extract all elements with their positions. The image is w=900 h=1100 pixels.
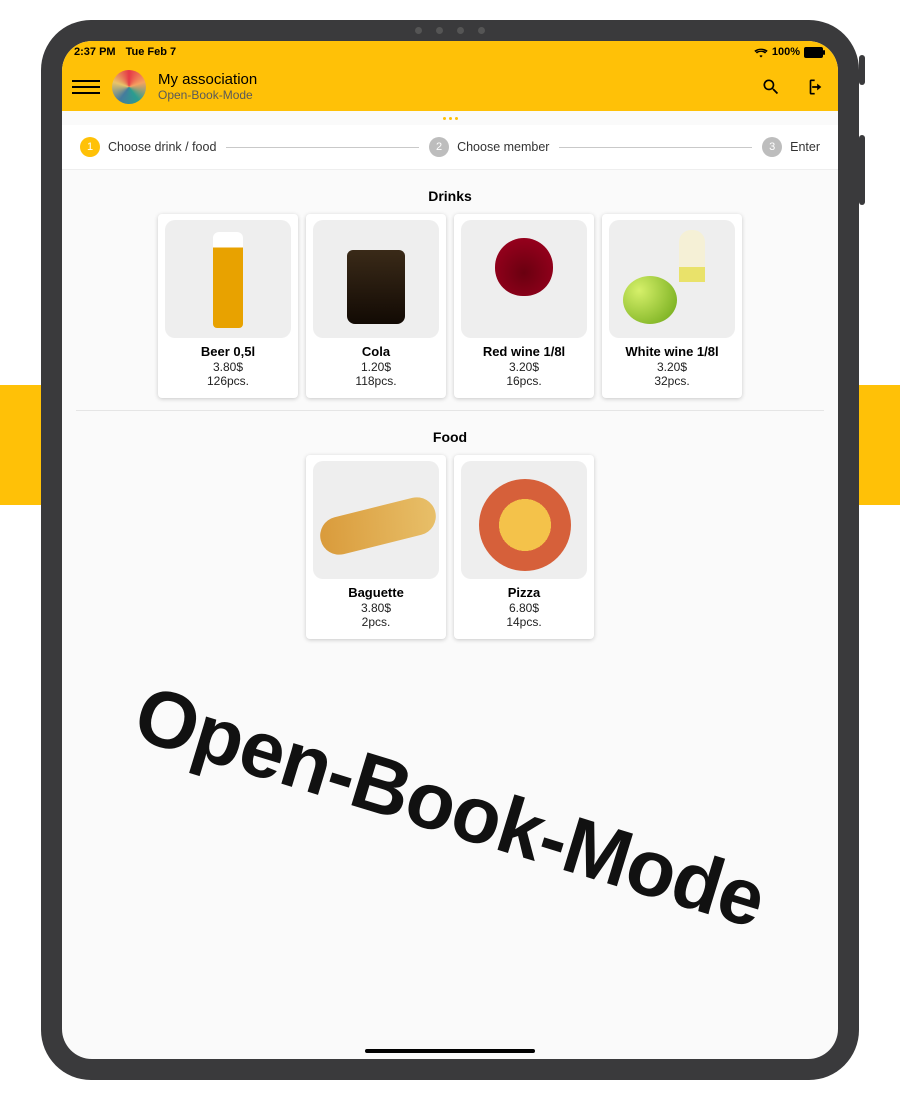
wifi-icon — [754, 47, 768, 58]
product-stock: 2pcs. — [362, 615, 391, 629]
product-name: Red wine 1/8l — [483, 344, 565, 359]
product-card[interactable]: Pizza6.80$14pcs. — [454, 455, 594, 639]
section-title-food: Food — [62, 429, 838, 445]
product-card[interactable]: Red wine 1/8l3.20$16pcs. — [454, 214, 594, 398]
search-button[interactable] — [756, 72, 786, 102]
product-price: 3.20$ — [509, 360, 539, 374]
product-name: Pizza — [508, 585, 541, 600]
product-image — [461, 220, 587, 338]
grab-handle[interactable] — [62, 111, 838, 125]
product-card[interactable]: Cola1.20$118pcs. — [306, 214, 446, 398]
status-battery: 100% — [772, 46, 800, 58]
product-name: Cola — [362, 344, 390, 359]
product-image — [165, 220, 291, 338]
product-stock: 14pcs. — [506, 615, 541, 629]
watermark-text: Open-Book-Mode — [125, 668, 776, 947]
product-stock: 118pcs. — [355, 374, 396, 388]
product-card[interactable]: White wine 1/8l3.20$32pcs. — [602, 214, 742, 398]
product-image — [313, 461, 439, 579]
product-card[interactable]: Baguette3.80$2pcs. — [306, 455, 446, 639]
header-subtitle: Open-Book-Mode — [158, 89, 257, 103]
product-price: 3.80$ — [361, 601, 391, 615]
product-price: 3.20$ — [657, 360, 687, 374]
product-price: 3.80$ — [213, 360, 243, 374]
battery-icon — [804, 47, 826, 58]
product-stock: 32pcs. — [654, 374, 689, 388]
home-indicator[interactable] — [365, 1049, 535, 1053]
tablet-frame: 2:37 PM Tue Feb 7 100% My association — [41, 20, 859, 1080]
status-bar: 2:37 PM Tue Feb 7 100% — [62, 41, 838, 63]
step-label: Choose drink / food — [108, 140, 216, 154]
step-label: Enter — [790, 140, 820, 154]
content-area: Drinks Beer 0,5l3.80$126pcs.Cola1.20$118… — [62, 188, 838, 651]
status-time: 2:37 PM — [74, 46, 116, 58]
step-label: Choose member — [457, 140, 549, 154]
product-image — [609, 220, 735, 338]
food-grid: Baguette3.80$2pcs.Pizza6.80$14pcs. — [62, 455, 838, 651]
app-header: My association Open-Book-Mode — [62, 63, 838, 111]
step-1[interactable]: 1 Choose drink / food — [80, 137, 216, 157]
avatar[interactable] — [112, 70, 146, 104]
status-date: Tue Feb 7 — [126, 46, 177, 58]
product-stock: 16pcs. — [506, 374, 541, 388]
product-name: Baguette — [348, 585, 404, 600]
product-price: 1.20$ — [361, 360, 391, 374]
product-card[interactable]: Beer 0,5l3.80$126pcs. — [158, 214, 298, 398]
product-image — [313, 220, 439, 338]
step-3[interactable]: 3 Enter — [762, 137, 820, 157]
section-title-drinks: Drinks — [62, 188, 838, 204]
product-name: White wine 1/8l — [625, 344, 718, 359]
product-price: 6.80$ — [509, 601, 539, 615]
logout-button[interactable] — [798, 72, 828, 102]
product-stock: 126pcs. — [207, 374, 249, 388]
menu-button[interactable] — [72, 73, 100, 101]
drinks-grid: Beer 0,5l3.80$126pcs.Cola1.20$118pcs.Red… — [62, 214, 838, 410]
stepper: 1 Choose drink / food 2 Choose member 3 … — [62, 125, 838, 170]
product-image — [461, 461, 587, 579]
product-name: Beer 0,5l — [201, 344, 255, 359]
logout-icon — [803, 77, 823, 97]
header-title: My association — [158, 71, 257, 88]
step-2[interactable]: 2 Choose member — [429, 137, 549, 157]
search-icon — [761, 77, 781, 97]
